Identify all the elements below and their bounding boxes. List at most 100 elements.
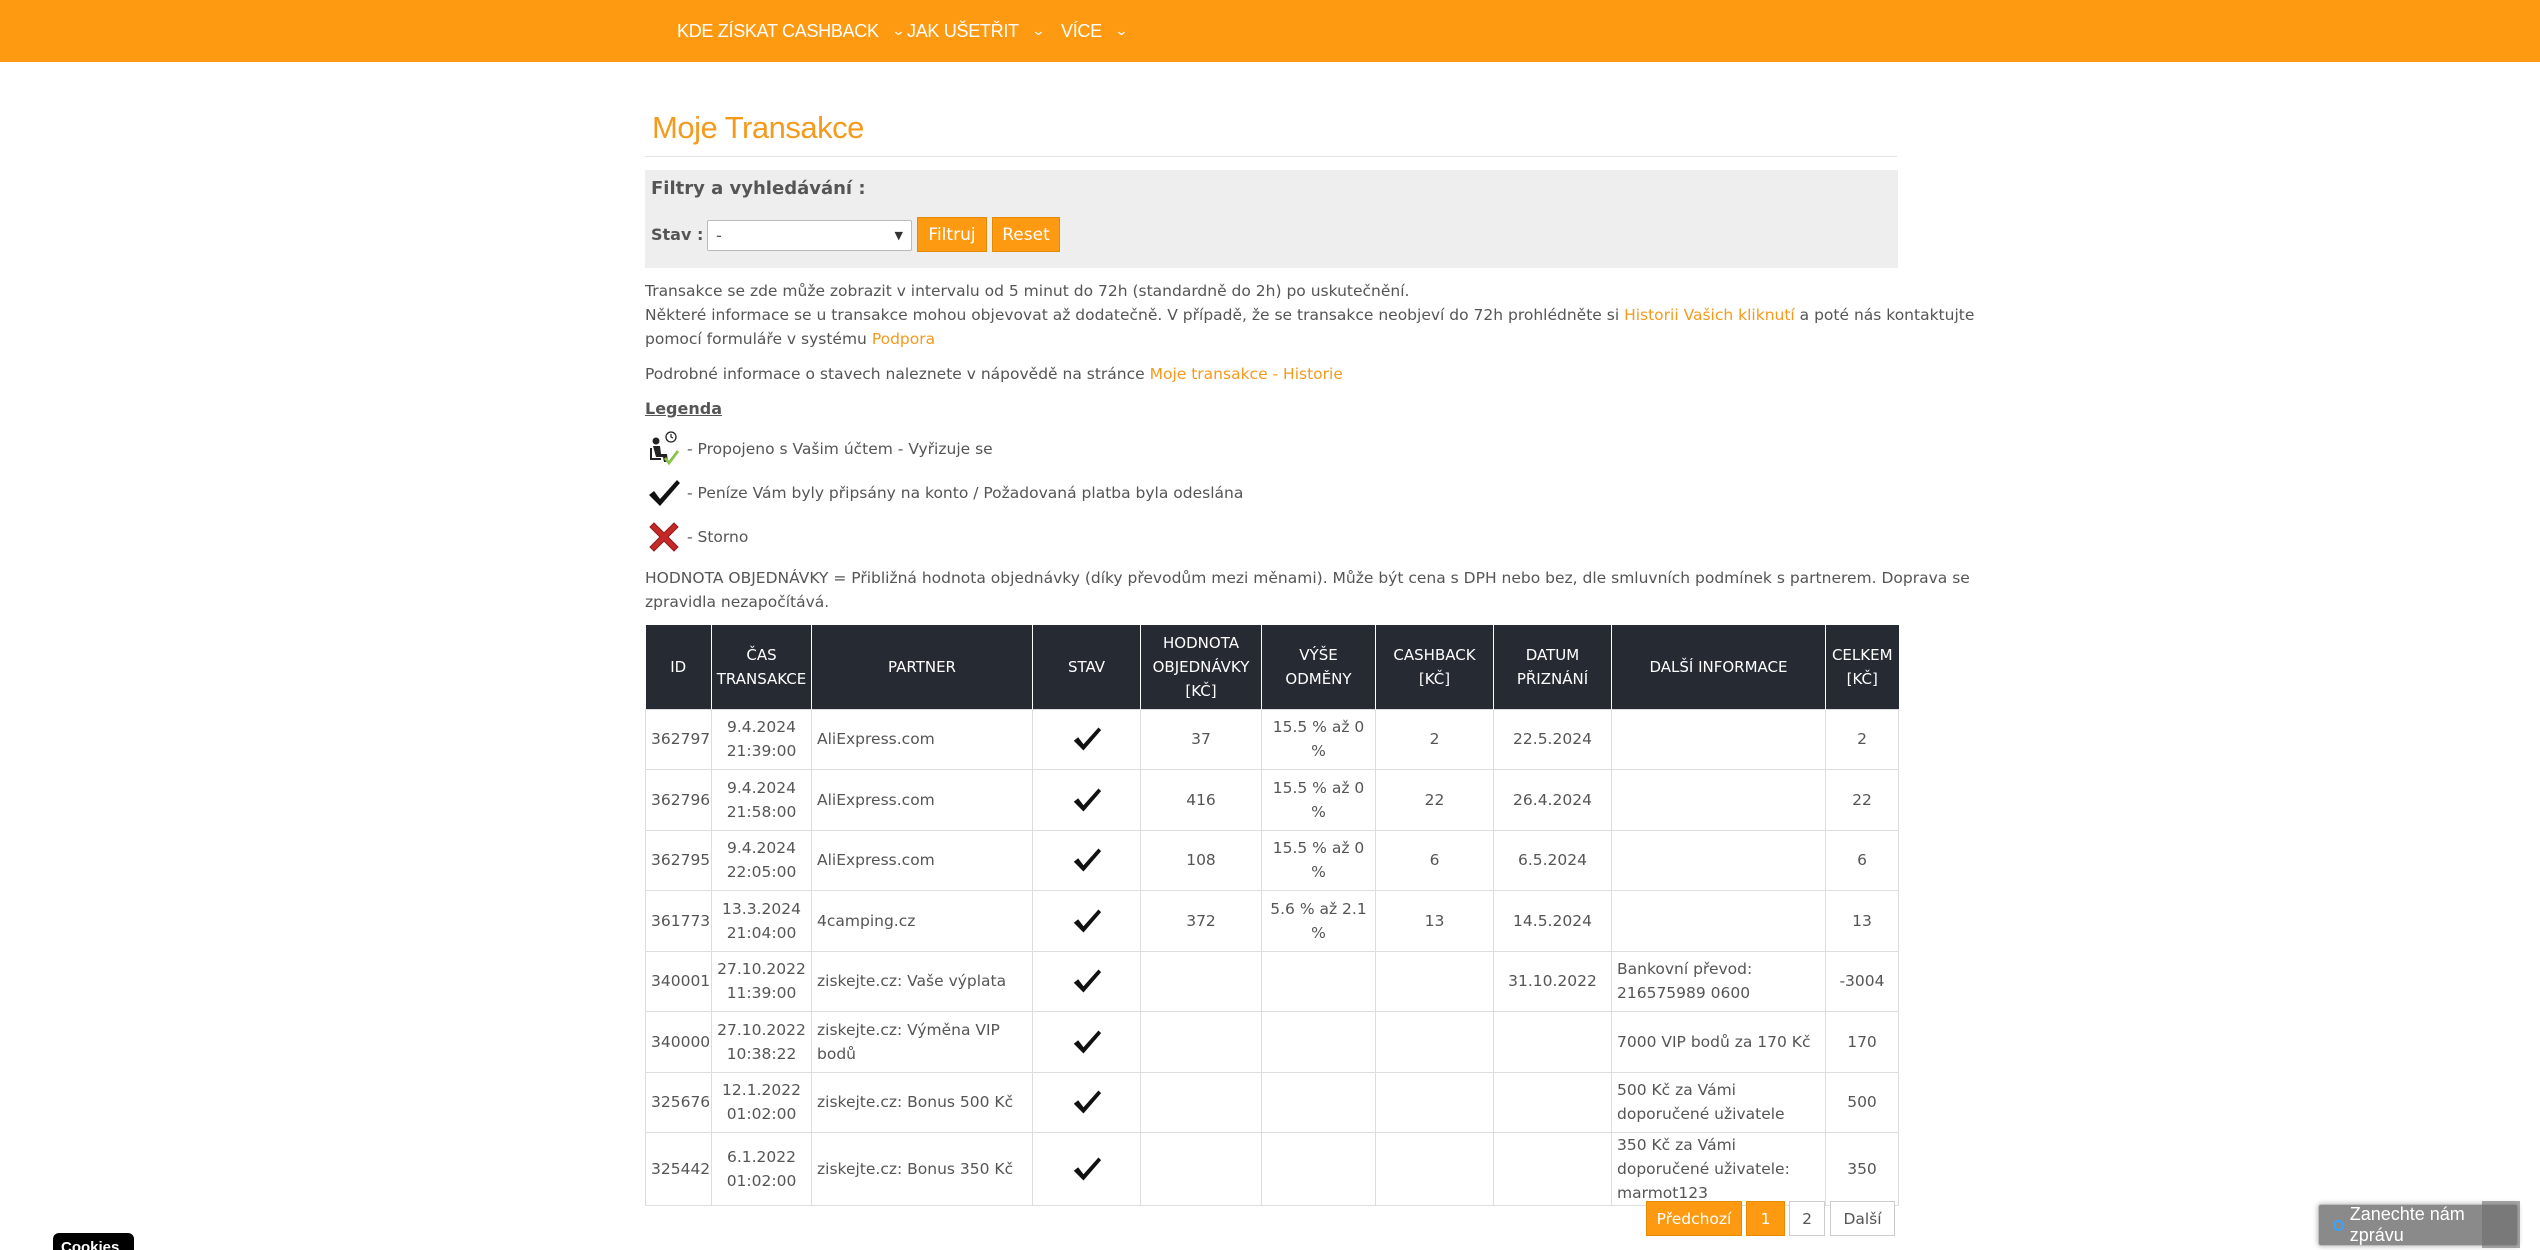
cell-partner: AliExpress.com	[811, 829, 1033, 891]
cell-time-of-day: 01:02:00	[726, 1172, 797, 1190]
cell-time: 27.10.2022 10:38:22	[711, 1011, 812, 1073]
legend-item-pending: - Propojeno s Vašim účtem - Vyřizuje se	[645, 430, 993, 468]
cell-total: 350	[1825, 1132, 1899, 1206]
nav-vice[interactable]: Více ⌄	[1061, 18, 1128, 44]
cell-granted-date: 14.5.2024	[1493, 890, 1612, 952]
cell-time: 9.4.2024 21:58:00	[711, 769, 812, 831]
info-line-3: pomocí formuláře v systému Podpora	[645, 327, 935, 351]
cell-time: 27.10.2022 11:39:00	[711, 950, 812, 1012]
nav-item-label: Kde získat cashback	[677, 20, 879, 41]
cookies-tab[interactable]: Cookies	[53, 1233, 134, 1250]
pagination-prev[interactable]: Předchozí	[1646, 1201, 1742, 1236]
transactions-history-link[interactable]: Moje transakce - Historie	[1150, 365, 1343, 383]
column-header[interactable]: Další informace	[1611, 625, 1826, 709]
column-header[interactable]: ID	[645, 625, 712, 709]
page-title: Moje Transakce	[652, 110, 864, 145]
cell-info	[1611, 769, 1826, 831]
column-header[interactable]: Partner	[811, 625, 1033, 709]
column-header[interactable]: Datum přiznání	[1493, 625, 1612, 709]
cell-id: 340000	[645, 1011, 712, 1073]
cell-reward	[1261, 1071, 1376, 1133]
cell-total: -3004	[1825, 950, 1899, 1012]
cell-time-of-day: 11:39:00	[726, 984, 797, 1003]
cell-granted-date: 26.4.2024	[1493, 769, 1612, 831]
cell-info: 500 Kč za Vámi doporučené uživatele	[1611, 1071, 1826, 1133]
pagination-next[interactable]: Další	[1830, 1201, 1895, 1236]
filter-panel: Filtry a vyhledávání : Stav : - ▼ Filtru…	[645, 170, 1898, 268]
cell-id: 362796	[645, 769, 712, 831]
table-row: 362797 9.4.2024 21:39:00 AliExpress.com 37 15…	[645, 708, 1899, 770]
stav-select-value: -	[716, 226, 722, 245]
checkmark-icon	[1038, 786, 1135, 814]
cell-cashback: 13	[1375, 890, 1494, 952]
cell-reward: 5.6 % až 2.1 %	[1261, 890, 1376, 952]
column-header[interactable]: Hodnota objednávky [Kč]	[1140, 625, 1262, 709]
cell-order-value: 372	[1140, 890, 1262, 952]
cell-time-of-day: 01:02:00	[726, 1105, 797, 1124]
table-row: 325676 12.1.2022 01:02:00 ziskejte.cz: Bonu…	[645, 1071, 1899, 1133]
nav-kde-ziskat-cashback[interactable]: Kde získat cashback ⌄	[677, 18, 905, 44]
legend-item-paid: - Peníze Vám byly připsány na konto / Po…	[645, 474, 1243, 512]
chat-overlay	[2482, 1201, 2520, 1248]
chevron-down-icon: ▼	[894, 229, 903, 242]
order-value-note-1: HODNOTA OBJEDNÁVKY = Přibližná hodnota o…	[645, 569, 1970, 587]
cell-status	[1032, 1132, 1141, 1206]
cell-time-of-day: 10:38:22	[726, 1044, 797, 1063]
checkmark-icon	[1038, 1088, 1135, 1116]
cell-status	[1032, 1071, 1141, 1133]
cell-reward	[1261, 950, 1376, 1012]
column-header[interactable]: Stav	[1032, 625, 1141, 709]
cell-order-value	[1140, 1071, 1262, 1133]
click-history-link[interactable]: Historii Vašich kliknutí	[1624, 306, 1795, 324]
cell-status	[1032, 950, 1141, 1012]
checkmark-icon	[1038, 846, 1135, 874]
cell-info: 7000 VIP bodů za 170 Kč	[1611, 1011, 1826, 1073]
pagination-page-2[interactable]: 2	[1789, 1201, 1825, 1236]
cell-cashback	[1375, 1011, 1494, 1073]
checkmark-icon	[1038, 725, 1135, 753]
cell-total: 500	[1825, 1071, 1899, 1133]
reset-button[interactable]: Reset	[992, 217, 1060, 252]
cell-partner: ziskejte.cz: Výměna VIP bodů	[811, 1011, 1033, 1073]
table-row: 362796 9.4.2024 21:58:00 AliExpress.com 416 1…	[645, 769, 1899, 831]
cell-order-value: 37	[1140, 708, 1262, 770]
cell-granted-date	[1493, 1071, 1612, 1133]
stav-select[interactable]: - ▼	[707, 220, 912, 251]
cell-status	[1032, 708, 1141, 770]
table-header-row: ID Čas transakce Partner Stav Hodnota ob…	[645, 625, 1899, 709]
nav-jak-usetrit[interactable]: Jak ušetřit ⌄	[907, 18, 1045, 44]
pagination-page-1[interactable]: 1	[1746, 1201, 1785, 1236]
order-value-note-2: zpravidla nezapočítává.	[645, 593, 830, 611]
cell-date: 9.4.2024	[726, 839, 797, 858]
cell-granted-date: 31.10.2022	[1493, 950, 1612, 1012]
column-header[interactable]: Cashback [Kč]	[1375, 625, 1494, 709]
checkmark-icon	[1038, 1028, 1135, 1056]
cell-status	[1032, 769, 1141, 831]
cell-order-value	[1140, 1132, 1262, 1206]
chevron-down-icon: ⌄	[891, 23, 905, 38]
cell-total: 13	[1825, 890, 1899, 952]
info-line-4: Podrobné informace o stavech naleznete v…	[645, 362, 1343, 386]
cell-granted-date	[1493, 1011, 1612, 1073]
column-header[interactable]: Čas transakce	[711, 625, 812, 709]
checkmark-icon	[1038, 907, 1135, 935]
cell-cashback	[1375, 1071, 1494, 1133]
column-header[interactable]: Celkem [Kč]	[1825, 625, 1899, 709]
cell-info: Bankovní převod: 216575989 0600	[1611, 950, 1826, 1012]
cell-time: 9.4.2024 22:05:00	[711, 829, 812, 891]
cell-time-of-day: 21:58:00	[726, 802, 797, 821]
cell-info: 350 Kč za Vámi doporučené uživatele: mar…	[1611, 1132, 1826, 1206]
filter-button[interactable]: Filtruj	[917, 217, 987, 252]
cross-icon	[645, 518, 683, 556]
cell-time: 12.1.2022 01:02:00	[711, 1071, 812, 1133]
cell-time-of-day: 22:05:00	[726, 863, 797, 882]
pending-icon	[645, 430, 683, 468]
stav-label: Stav :	[651, 225, 704, 244]
info-line-1: Transakce se zde může zobrazit v interva…	[645, 282, 1410, 300]
cell-cashback	[1375, 1132, 1494, 1206]
column-header[interactable]: Výše odměny	[1261, 625, 1376, 709]
cell-id: 361773	[645, 890, 712, 952]
cell-partner: ziskejte.cz: Bonus 500 Kč	[811, 1071, 1033, 1133]
support-link[interactable]: Podpora	[872, 330, 935, 348]
legend-text: - Peníze Vám byly připsány na konto / Po…	[687, 484, 1244, 502]
